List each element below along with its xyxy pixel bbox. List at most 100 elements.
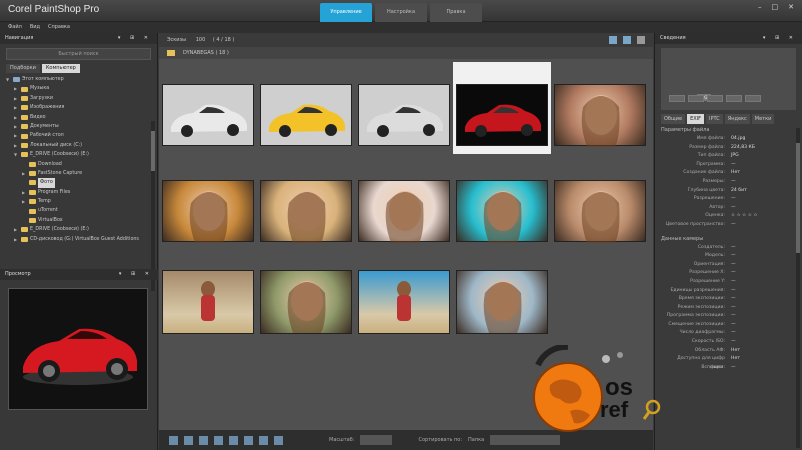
- tree-item[interactable]: ▶ FastStone Capture: [6, 169, 151, 178]
- view-mode-label[interactable]: Эскизы: [167, 37, 186, 43]
- tree-item[interactable]: VirtualBox: [6, 216, 151, 225]
- select-all-icon[interactable]: [169, 435, 178, 445]
- sort-select[interactable]: Папка: [468, 430, 484, 450]
- property-label: Создатель:: [697, 244, 725, 250]
- quick-search-input[interactable]: Быстрый поиск: [6, 48, 151, 60]
- thumbnail-item[interactable]: [551, 62, 649, 154]
- tree-scrollbar[interactable]: [151, 121, 155, 291]
- property-value: —: [731, 304, 736, 310]
- thumbnail-item[interactable]: [453, 254, 551, 346]
- thumbnail-item[interactable]: [159, 254, 257, 346]
- property-label: Область АФ:: [694, 347, 725, 353]
- tab-tags[interactable]: Метки: [751, 114, 775, 124]
- tab-iptc[interactable]: IPTC: [706, 114, 723, 124]
- file-properties: Имя файла: 04.jpg Размер файла: 224,83 КБ Ти…: [661, 135, 796, 230]
- thumbnail-item[interactable]: [551, 158, 649, 250]
- tree-item[interactable]: ▼ E_DRIVE (Сoobsеси) (E:): [6, 150, 151, 159]
- chevron-right-icon[interactable]: ▶: [22, 197, 27, 206]
- subtab-collections[interactable]: Подборки: [6, 64, 40, 73]
- property-value: —: [731, 244, 736, 250]
- tab-adjust[interactable]: Настройка: [375, 3, 427, 22]
- chevron-down-icon[interactable]: ▼: [6, 75, 11, 84]
- preview-image: [8, 288, 148, 410]
- thumbnail-item[interactable]: [355, 158, 453, 250]
- scroll-thumb[interactable]: [796, 143, 800, 253]
- tab-edit[interactable]: Правка: [430, 3, 482, 22]
- thumbnail-item[interactable]: [257, 254, 355, 346]
- chevron-right-icon[interactable]: ▶: [14, 84, 19, 93]
- tree-item[interactable]: ▶ CD-дисковод (G:) VirtualBox Guest Addit…: [6, 235, 151, 244]
- info-scrollbar[interactable]: [796, 128, 800, 448]
- email-icon[interactable]: [259, 435, 268, 445]
- chevron-right-icon[interactable]: ▶: [14, 113, 19, 122]
- subtab-computer[interactable]: Компьютер: [41, 64, 80, 73]
- upload-icon[interactable]: [274, 435, 283, 445]
- thumbnail-item[interactable]: [453, 62, 551, 154]
- menu-help[interactable]: Справка: [48, 22, 70, 33]
- grid-view-icon[interactable]: [637, 36, 645, 44]
- tree-item[interactable]: uTorrent: [6, 206, 151, 215]
- tree-item[interactable]: ▶ Видео: [6, 113, 151, 122]
- thumb-size-value[interactable]: 100: [196, 37, 206, 43]
- chevron-right-icon[interactable]: ▶: [14, 225, 19, 234]
- info-panel-controls[interactable]: ▾ ⊞ ✕: [763, 33, 797, 44]
- tree-item[interactable]: ▶ Temp: [6, 197, 151, 206]
- tab-manage[interactable]: Управление: [320, 3, 372, 22]
- share-icon[interactable]: [244, 435, 253, 445]
- preview-controls[interactable]: ▾ ⊞ ✕: [119, 269, 153, 280]
- tree-item[interactable]: ▶ Локальный диск (C:): [6, 141, 151, 150]
- maximize-button[interactable]: □: [772, 3, 779, 11]
- image-icon[interactable]: [623, 36, 631, 44]
- close-button[interactable]: ✕: [788, 3, 794, 11]
- thumbnail-item[interactable]: [257, 158, 355, 250]
- property-value: —: [731, 221, 736, 227]
- tree-item[interactable]: Фото: [6, 178, 151, 188]
- chevron-right-icon[interactable]: ▶: [14, 131, 19, 140]
- edit-icon[interactable]: [214, 435, 223, 445]
- tree-item[interactable]: Download: [6, 160, 151, 169]
- chevron-right-icon[interactable]: ▶: [22, 169, 27, 178]
- thumbnail-image: [456, 84, 548, 146]
- tab-exif[interactable]: EXIF: [687, 114, 704, 124]
- tree-item[interactable]: ▼ Этот компьютер: [6, 75, 151, 84]
- rotate-left-icon[interactable]: [184, 435, 193, 445]
- print-icon[interactable]: [229, 435, 238, 445]
- tree-item[interactable]: ▶ Музыка: [6, 84, 151, 93]
- tab-yandex[interactable]: Яндекс: [724, 114, 750, 124]
- pencil-icon[interactable]: [609, 36, 617, 44]
- thumbnail-item[interactable]: [257, 62, 355, 154]
- menu-bar: Файл Вид Справка: [0, 22, 802, 33]
- thumbnail-item[interactable]: [355, 254, 453, 346]
- folder-icon: [29, 218, 36, 224]
- tree-item[interactable]: ▶ Документы: [6, 122, 151, 131]
- property-value: —: [731, 330, 736, 336]
- chevron-right-icon[interactable]: ▶: [14, 122, 19, 131]
- chevron-down-icon[interactable]: ▼: [14, 150, 19, 159]
- panel-controls[interactable]: ▾ ⊞ ✕: [118, 33, 152, 44]
- chevron-right-icon[interactable]: ▶: [22, 188, 27, 197]
- tree-item[interactable]: ▶ Program Files: [6, 188, 151, 197]
- chevron-right-icon[interactable]: ▶: [14, 235, 19, 244]
- rotate-right-icon[interactable]: [199, 435, 208, 445]
- tree-item[interactable]: ▶ Загрузки: [6, 94, 151, 103]
- scroll-thumb[interactable]: [151, 131, 155, 171]
- tab-general[interactable]: Общие: [661, 114, 686, 124]
- thumbnail-item[interactable]: [453, 158, 551, 250]
- chevron-right-icon[interactable]: ▶: [14, 141, 19, 150]
- property-label: Программа экспозиции:: [666, 313, 725, 319]
- property-value: JPG: [731, 153, 739, 159]
- tree-item[interactable]: ▶ E_DRIVE (Сoobsеси) (E:): [6, 225, 151, 234]
- thumbnail-item[interactable]: [355, 62, 453, 154]
- tree-item[interactable]: ▶ Рабочий стол: [6, 131, 151, 140]
- chevron-right-icon[interactable]: ▶: [14, 103, 19, 112]
- property-row: Программа: —: [661, 161, 796, 170]
- menu-file[interactable]: Файл: [8, 22, 22, 33]
- chevron-right-icon[interactable]: ▶: [14, 94, 19, 103]
- zoom-slider[interactable]: [360, 435, 393, 445]
- thumbnail-item[interactable]: [159, 158, 257, 250]
- property-value: —: [731, 270, 736, 276]
- menu-view[interactable]: Вид: [30, 22, 40, 33]
- tree-item[interactable]: ▶ Изображения: [6, 103, 151, 112]
- minimize-button[interactable]: –: [758, 3, 762, 11]
- thumbnail-item[interactable]: [159, 62, 257, 154]
